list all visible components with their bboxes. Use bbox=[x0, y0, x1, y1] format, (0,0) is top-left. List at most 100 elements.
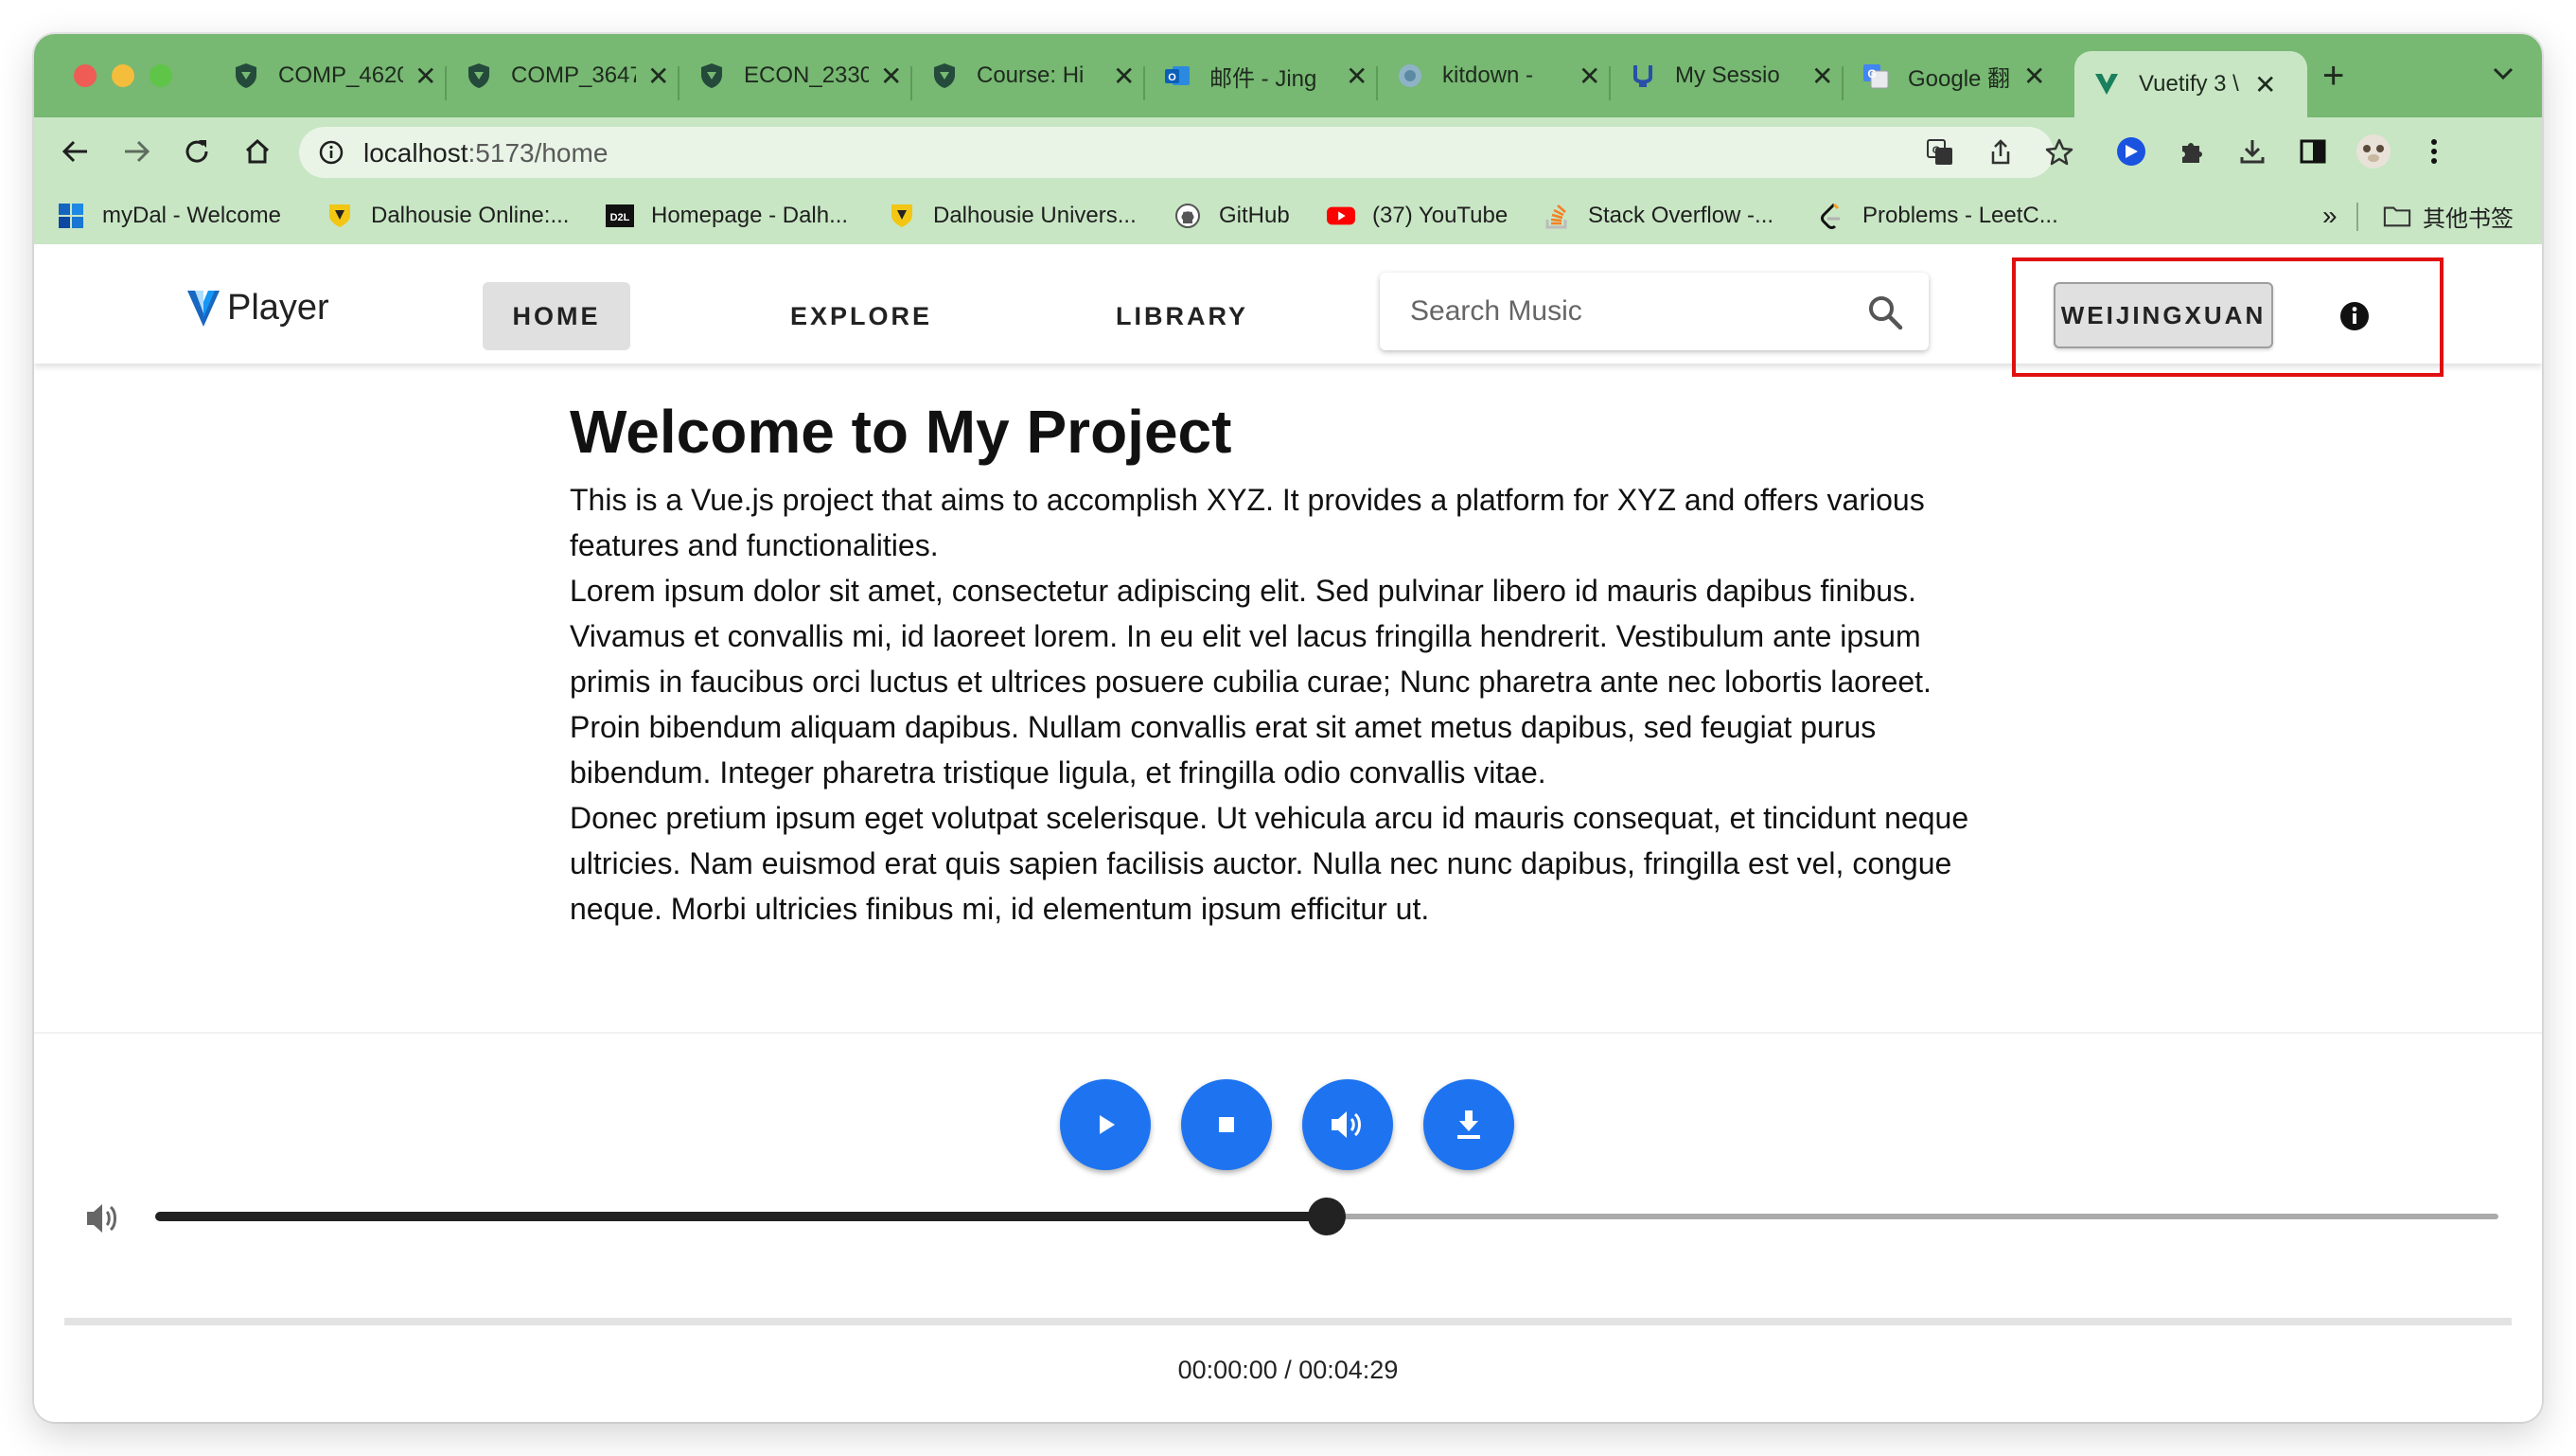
bookmark-item[interactable]: GitHub bbox=[1173, 187, 1290, 244]
avatar[interactable] bbox=[2351, 129, 2396, 174]
browser-tab[interactable]: COMP_3647 ✕ bbox=[466, 51, 669, 100]
extension-icon[interactable] bbox=[2108, 129, 2154, 174]
close-window-icon[interactable] bbox=[74, 64, 97, 87]
app-bar: Player HOME EXPLORE LIBRARY WEIJINGXUAN bbox=[34, 244, 2542, 377]
volume-slider[interactable] bbox=[155, 1198, 2498, 1235]
tab-separator bbox=[445, 66, 447, 100]
tab-separator bbox=[1842, 66, 1844, 100]
translate-icon: G bbox=[1862, 62, 1889, 89]
bookmark-item[interactable]: D2L Homepage - Dalh... bbox=[606, 187, 848, 244]
dal-icon bbox=[326, 202, 354, 230]
nav-library[interactable]: LIBRARY bbox=[1092, 282, 1272, 350]
nav-explore[interactable]: EXPLORE bbox=[776, 282, 946, 350]
browser-window: COMP_4620 ✕ COMP_3647 ✕ ECON_2330 ✕ Cour… bbox=[34, 34, 2542, 1422]
url-path: :5173/home bbox=[468, 138, 609, 168]
reload-icon[interactable] bbox=[174, 129, 220, 174]
search-icon[interactable] bbox=[1864, 292, 1906, 333]
bookmark-item[interactable]: Problems - LeetC... bbox=[1817, 187, 2058, 244]
minimize-window-icon[interactable] bbox=[112, 64, 134, 87]
play-button[interactable] bbox=[1060, 1079, 1151, 1170]
lorem-paragraph: Donec pretium ipsum eget volutpat sceler… bbox=[570, 801, 1969, 926]
download-icon[interactable] bbox=[2230, 129, 2275, 174]
windows-icon bbox=[57, 202, 85, 230]
bookmark-label: Dalhousie Online:... bbox=[371, 203, 570, 228]
close-tab-icon[interactable]: ✕ bbox=[1346, 61, 1367, 92]
other-bookmarks-folder[interactable]: 其他书签 bbox=[2383, 187, 2514, 244]
side-panel-icon[interactable] bbox=[2290, 129, 2336, 174]
svg-text:G: G bbox=[1867, 67, 1876, 80]
svg-text:D2L: D2L bbox=[610, 212, 630, 223]
close-tab-icon[interactable]: ✕ bbox=[1579, 61, 1600, 92]
volume-slider-fill bbox=[155, 1212, 1327, 1221]
browser-tab[interactable]: My Sessio ✕ bbox=[1630, 51, 1833, 100]
stop-button[interactable] bbox=[1181, 1079, 1272, 1170]
close-tab-icon[interactable]: ✕ bbox=[2254, 69, 2276, 100]
info-icon[interactable] bbox=[318, 139, 344, 170]
leetcode-icon bbox=[1817, 202, 1845, 230]
bookmark-star-icon[interactable] bbox=[2037, 130, 2082, 175]
more-vert-icon[interactable] bbox=[2411, 129, 2457, 174]
bookmark-label: Stack Overflow -... bbox=[1588, 203, 1774, 228]
app-logo[interactable]: Player bbox=[185, 288, 329, 328]
info-icon[interactable] bbox=[2339, 301, 2370, 331]
bookmark-label: Homepage - Dalh... bbox=[651, 203, 849, 228]
nav-home[interactable]: HOME bbox=[483, 282, 630, 350]
share-icon[interactable] bbox=[1978, 130, 2023, 175]
tab-label: Google 翻 bbox=[1908, 65, 2011, 92]
browser-tab[interactable]: kitdown - ✕ bbox=[1397, 51, 1600, 100]
close-tab-icon[interactable]: ✕ bbox=[647, 61, 669, 92]
volume-slider-thumb[interactable] bbox=[1308, 1198, 1346, 1235]
back-arrow-icon[interactable] bbox=[53, 129, 98, 174]
tab-label: kitdown - bbox=[1442, 62, 1534, 88]
download-icon bbox=[1457, 1110, 1480, 1139]
close-tab-icon[interactable]: ✕ bbox=[1811, 61, 1833, 92]
new-tab-icon[interactable]: + bbox=[2322, 55, 2344, 98]
app-title: Player bbox=[227, 288, 329, 328]
translate-icon[interactable]: G bbox=[1917, 130, 1963, 175]
browser-tab[interactable]: Course: Hi ✕ bbox=[931, 51, 1135, 100]
volume-icon[interactable] bbox=[83, 1197, 127, 1240]
tab-separator bbox=[1143, 66, 1145, 100]
download-button[interactable] bbox=[1423, 1079, 1514, 1170]
close-tab-icon[interactable]: ✕ bbox=[880, 61, 902, 92]
close-tab-icon[interactable]: ✕ bbox=[2023, 61, 2045, 92]
bookmark-item[interactable]: myDal - Welcome bbox=[57, 187, 281, 244]
browser-tab[interactable]: COMP_4620 ✕ bbox=[233, 51, 436, 100]
close-tab-icon[interactable]: ✕ bbox=[1113, 61, 1135, 92]
d2l-icon: D2L bbox=[606, 202, 634, 230]
shield-icon bbox=[698, 62, 725, 89]
bookmark-label: GitHub bbox=[1219, 203, 1290, 228]
puzzle-icon[interactable] bbox=[2169, 129, 2214, 174]
browser-tab[interactable]: G Google 翻 ✕ bbox=[1862, 51, 2045, 100]
bookmark-item[interactable]: Dalhousie Univers... bbox=[888, 187, 1137, 244]
chevron-down-icon[interactable] bbox=[2491, 62, 2515, 88]
maximize-window-icon[interactable] bbox=[150, 64, 172, 87]
stop-icon bbox=[1219, 1117, 1234, 1132]
forward-arrow-icon[interactable] bbox=[114, 129, 159, 174]
more-bookmarks-button[interactable]: » bbox=[2322, 187, 2338, 244]
playback-progress-bar[interactable] bbox=[64, 1318, 2512, 1325]
address-bar[interactable]: localhost:5173/home G bbox=[299, 127, 2073, 178]
playback-time: 00:00:00 / 00:04:29 bbox=[1177, 1356, 1399, 1384]
close-tab-icon[interactable]: ✕ bbox=[415, 61, 436, 92]
bookmark-item[interactable]: Stack Overflow -... bbox=[1543, 187, 1773, 244]
outlook-icon: O bbox=[1164, 62, 1191, 89]
browser-tab[interactable]: O 邮件 - Jing ✕ bbox=[1164, 51, 1367, 100]
tab-label: COMP_4620 bbox=[278, 62, 403, 88]
svg-text:O: O bbox=[1168, 72, 1176, 83]
bookmark-item[interactable]: (37) YouTube bbox=[1327, 187, 1508, 244]
browser-tab[interactable]: ECON_2330 ✕ bbox=[698, 51, 902, 100]
tab-label: COMP_3647 bbox=[511, 62, 636, 88]
url-text[interactable]: localhost:5173/home bbox=[363, 138, 608, 169]
search-input[interactable] bbox=[1408, 290, 1847, 333]
user-button[interactable]: WEIJINGXUAN bbox=[2054, 282, 2273, 348]
volume-button[interactable] bbox=[1302, 1079, 1393, 1170]
tab-separator bbox=[910, 66, 912, 100]
vuetify-icon bbox=[2093, 71, 2120, 98]
tab-separator bbox=[1609, 66, 1611, 100]
vuetify-logo-icon bbox=[187, 290, 220, 327]
home-icon[interactable] bbox=[235, 129, 280, 174]
search-box bbox=[1380, 273, 1929, 350]
browser-tab-active[interactable]: Vuetify 3 \ ✕ bbox=[2074, 51, 2307, 117]
bookmark-item[interactable]: Dalhousie Online:... bbox=[326, 187, 569, 244]
